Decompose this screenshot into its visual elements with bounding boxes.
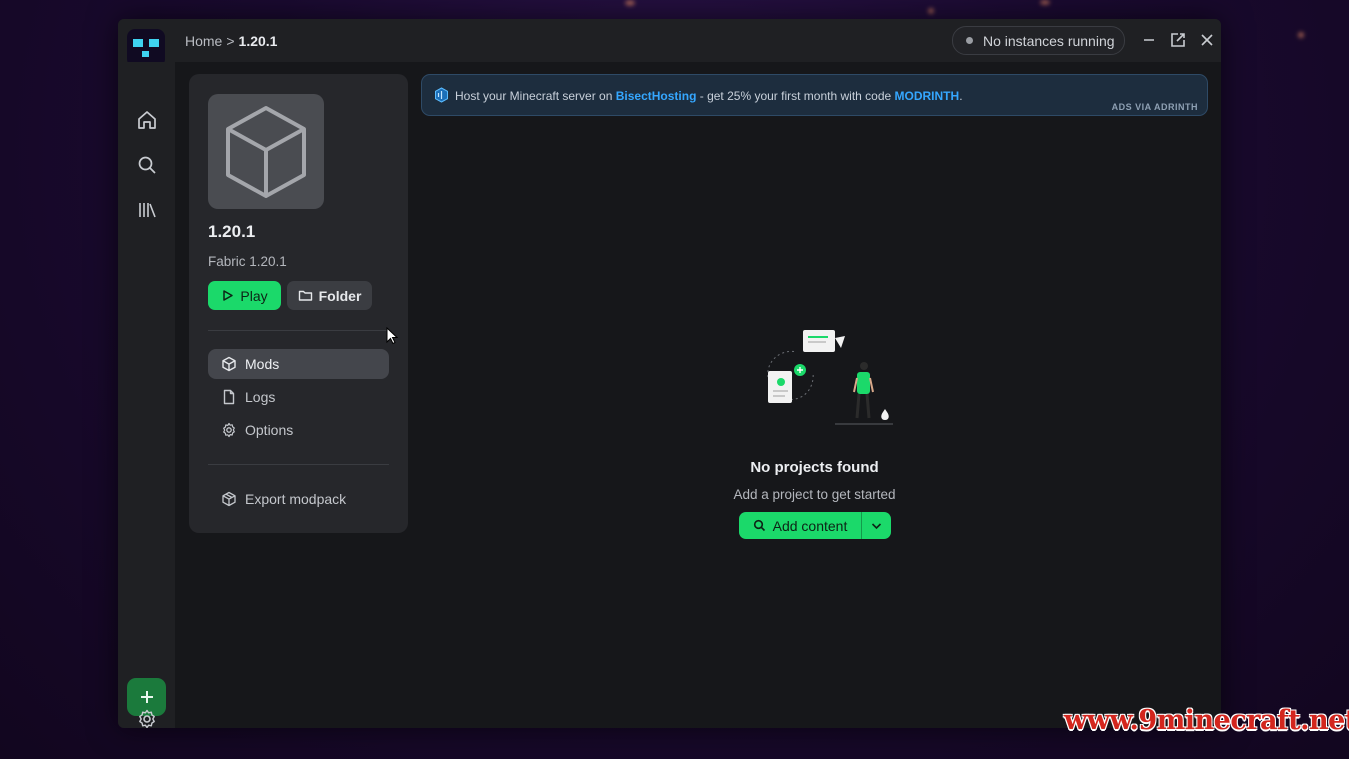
- menu-item-label: Logs: [245, 389, 276, 405]
- instances-status-pill[interactable]: No instances running: [952, 26, 1125, 55]
- ad-text-middle: - get 25% your first month with code: [696, 89, 895, 103]
- breadcrumb-separator: >: [226, 33, 235, 49]
- library-icon[interactable]: [136, 199, 158, 221]
- play-icon: [223, 290, 234, 301]
- ad-tag: ADS VIA ADRINTH: [1111, 102, 1198, 112]
- instances-status-label: No instances running: [983, 32, 1115, 49]
- ad-banner[interactable]: Host your Minecraft server on BisectHost…: [421, 74, 1208, 116]
- mouse-cursor-icon: [386, 327, 398, 345]
- search-icon: [753, 519, 765, 532]
- instance-loader-version: Fabric 1.20.1: [208, 254, 287, 269]
- ad-text-before: Host your Minecraft server on: [455, 89, 616, 103]
- menu-item-logs[interactable]: Logs: [208, 382, 389, 412]
- divider: [208, 464, 389, 465]
- ad-brand-link[interactable]: BisectHosting: [616, 89, 697, 103]
- home-icon[interactable]: [136, 109, 158, 131]
- status-dot-icon: [966, 37, 973, 44]
- ad-text: Host your Minecraft server on BisectHost…: [455, 89, 963, 103]
- export-modpack-button[interactable]: Export modpack: [208, 484, 389, 514]
- play-button-label: Play: [240, 287, 268, 304]
- folder-button-label: Folder: [318, 287, 362, 304]
- instance-thumbnail: [208, 94, 324, 209]
- menu-item-mods[interactable]: Mods: [208, 349, 389, 379]
- add-content-button[interactable]: Add content: [739, 512, 862, 539]
- file-icon: [223, 389, 235, 405]
- ad-promo-code: MODRINTH: [894, 89, 960, 103]
- ad-text-after: .: [959, 89, 963, 103]
- folder-button[interactable]: Folder: [287, 281, 372, 310]
- export-modpack-label: Export modpack: [245, 491, 347, 507]
- gear-icon: [223, 422, 235, 438]
- pop-out-icon[interactable]: [1169, 31, 1187, 49]
- breadcrumb: Home > 1.20.1: [185, 33, 277, 49]
- instance-name: 1.20.1: [208, 222, 256, 241]
- menu-item-label: Mods: [245, 356, 280, 372]
- breadcrumb-home[interactable]: Home: [185, 33, 222, 49]
- breadcrumb-current: 1.20.1: [238, 33, 278, 49]
- play-button[interactable]: Play: [208, 281, 281, 310]
- cube-placeholder-icon: [226, 105, 306, 198]
- empty-state-subtitle: Add a project to get started: [733, 487, 896, 502]
- chevron-down-icon: [871, 522, 882, 529]
- menu-item-label: Options: [245, 422, 294, 438]
- close-icon[interactable]: [1198, 31, 1216, 49]
- empty-state-illustration: [767, 330, 893, 425]
- folder-icon: [298, 290, 312, 301]
- menu-item-options[interactable]: Options: [208, 415, 389, 445]
- main-content: 1.20.1 Fabric 1.20.1 Play Folder Mods Lo…: [175, 62, 1221, 728]
- add-content-button-group: Add content: [739, 512, 891, 539]
- divider: [208, 330, 389, 331]
- cube-icon: [222, 356, 236, 372]
- bisecthosting-logo-icon: [435, 87, 448, 103]
- instance-card: 1.20.1 Fabric 1.20.1 Play Folder Mods Lo…: [189, 74, 408, 533]
- title-bar: Home > 1.20.1 No instances running: [118, 19, 1221, 67]
- package-icon: [222, 491, 236, 507]
- left-nav-rail: [118, 62, 175, 728]
- add-content-label: Add content: [772, 517, 848, 534]
- plus-icon: [140, 691, 153, 703]
- add-content-dropdown-button[interactable]: [862, 512, 891, 539]
- settings-gear-icon[interactable]: [136, 708, 158, 728]
- app-window: Home > 1.20.1 No instances running 1.20.…: [118, 19, 1221, 728]
- search-icon[interactable]: [136, 154, 158, 176]
- empty-state-title: No projects found: [750, 459, 879, 476]
- minimize-icon[interactable]: [1140, 31, 1158, 49]
- site-watermark: www.9minecraft.net: [1064, 705, 1349, 736]
